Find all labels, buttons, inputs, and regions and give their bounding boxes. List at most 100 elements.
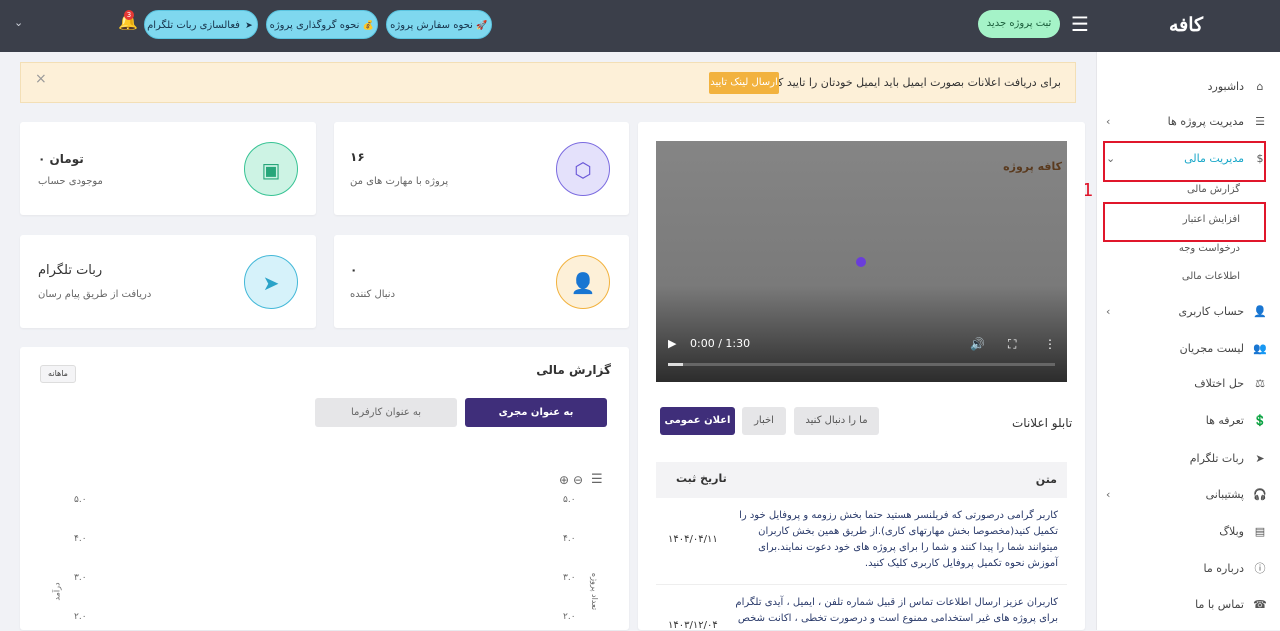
telegram-bot-card[interactable]: ➤ ربات تلگرام دریافت از طریق پیام رسان	[20, 235, 316, 328]
video-watermark-logo: کافه پروژه	[1003, 160, 1062, 173]
followers-card: 👤 ۰ دنبال کننده	[334, 235, 629, 328]
sidebar-item-telegram-bot[interactable]: ➤ ربات تلگرام	[1098, 448, 1268, 470]
sidebar-item-contact[interactable]: ☎ تماس با ما	[1098, 594, 1268, 616]
period-select[interactable]: ماهانه	[40, 365, 76, 383]
close-icon[interactable]: ×	[35, 71, 47, 87]
play-icon[interactable]: ▶	[668, 337, 676, 350]
sidebar-item-dispute[interactable]: ⚖ حل اختلاف	[1098, 373, 1268, 395]
user-icon: 👤	[1253, 305, 1267, 318]
y-tick-left: ۴.۰	[74, 534, 87, 544]
telegram-label: دریافت از طریق پیام رسان	[38, 289, 152, 300]
row-divider	[656, 584, 1067, 585]
y-tick-right: ۳.۰	[563, 573, 576, 583]
top-navbar: کافه پروژه ☰ ثبت پروژه جدید نحوه سفارش پ…	[0, 0, 1280, 70]
rocket-icon: 🚀	[476, 21, 488, 31]
sidebar-item-label: تماس با ما	[1195, 598, 1244, 611]
zoom-out-icon[interactable]: ⊖	[573, 473, 583, 487]
chart-menu-icon[interactable]: ☰	[591, 472, 603, 487]
y-tick-left: ۲.۰	[74, 612, 87, 622]
telegram-icon: ➤	[244, 255, 298, 309]
scale-icon: ⚖	[1255, 377, 1265, 390]
sidebar-item-projects[interactable]: ☰ مدیریت پروژه ها ›	[1098, 111, 1268, 133]
telegram-title: ربات تلگرام	[38, 263, 103, 278]
send-verification-link-button[interactable]: ارسال لینک تایید	[709, 72, 779, 94]
y-tick-right: ۲.۰	[563, 612, 576, 622]
chevron-down-icon[interactable]: ⌄	[14, 16, 23, 29]
chevron-left-icon: ›	[1106, 115, 1111, 128]
blog-icon: ▤	[1254, 525, 1266, 538]
sidebar-item-label: تعرفه ها	[1205, 414, 1244, 427]
video-progress-bar[interactable]	[668, 363, 1055, 366]
sidebar-item-freelancers[interactable]: 👥 لیست مجریان	[1098, 338, 1268, 360]
table-row-text[interactable]: کاربران عزیز ارسال اطلاعات تماس از قبیل …	[728, 595, 1058, 630]
column-header-text: متن	[1035, 473, 1057, 486]
y-tick-left: ۵.۰	[74, 495, 87, 505]
video-time: 0:00 / 1:30	[690, 337, 751, 350]
as-contractor-tab[interactable]: به عنوان مجری	[465, 398, 607, 427]
volume-icon[interactable]: 🔊	[970, 337, 985, 351]
column-header-date: تاریخ ثبت	[676, 472, 727, 485]
sidebar-item-dashboard[interactable]: ⌂ داشبورد	[1098, 76, 1268, 98]
table-row-text[interactable]: کاربر گرامی درصورتی که فریلنسر هستید حتم…	[728, 508, 1058, 572]
sidebar-item-account[interactable]: 👤 حساب کاربری ›	[1098, 301, 1268, 323]
menu-toggle-icon[interactable]: ☰	[1070, 14, 1090, 34]
sidebar-item-blog[interactable]: ▤ وبلاگ	[1098, 521, 1268, 543]
money-icon: ▣	[244, 142, 298, 196]
balance-label: موجودی حساب	[38, 176, 103, 187]
sidebar-item-label: حساب کاربری	[1178, 305, 1244, 318]
sidebar-subitem-withdraw-request[interactable]: درخواست وجه	[1120, 240, 1240, 258]
public-announcements-tab[interactable]: اعلان عمومی	[660, 407, 735, 435]
more-options-icon[interactable]: ⋮	[1044, 337, 1056, 351]
y-axis-right-label: تعداد پروژه	[590, 572, 600, 611]
email-verification-alert: برای دریافت اعلانات بصورت ایمیل باید ایم…	[20, 62, 1076, 103]
telegram-icon: ➤	[245, 21, 253, 31]
alert-text: برای دریافت اعلانات بصورت ایمیل باید ایم…	[762, 76, 1061, 89]
y-tick-right: ۴.۰	[563, 534, 576, 544]
chevron-left-icon: ›	[1106, 305, 1111, 318]
new-project-button[interactable]: ثبت پروژه جدید	[978, 10, 1060, 38]
sidebar-item-label: داشبورد	[1207, 80, 1244, 93]
finance-title: گزارش مالی	[536, 363, 611, 377]
highlight-box-finance	[1103, 141, 1266, 182]
balance-card: ▣ ۰ تومان موجودی حساب	[20, 122, 316, 215]
y-tick-right: ۵.۰	[563, 495, 576, 505]
sidebar-item-tariffs[interactable]: 💲 تعرفه ها	[1098, 410, 1268, 432]
sidebar-item-about[interactable]: ⓘ درباره ما	[1098, 558, 1268, 580]
board-title: تابلو اعلانات	[1012, 416, 1073, 430]
box-icon: ⬡	[556, 142, 610, 196]
sidebar-item-label: درباره ما	[1203, 562, 1244, 575]
projects-value: ۱۶	[350, 150, 365, 164]
how-to-escrow-button[interactable]: نحوه گروگذاری پروژه 💰	[266, 10, 378, 39]
zoom-in-icon[interactable]: ⊕	[559, 473, 569, 487]
fullscreen-icon[interactable]: ⛶	[1008, 337, 1016, 352]
table-header: متن تاریخ ثبت	[656, 462, 1067, 498]
how-to-order-button[interactable]: نحوه سفارش پروژه 🚀	[386, 10, 492, 39]
video-progress-fill	[668, 363, 684, 366]
y-tick-left: ۳.۰	[74, 573, 87, 583]
chevron-left-icon: ›	[1106, 488, 1111, 501]
sidebar-subitem-financial-info[interactable]: اطلاعات مالی	[1120, 268, 1240, 286]
activate-telegram-bot-button[interactable]: فعالسازی ربات تلگرام ➤	[144, 10, 258, 39]
projects-label: پروژه با مهارت های من	[350, 176, 449, 187]
video-player[interactable]: کافه پروژه ▶ 0:00 / 1:30 🔊 ⛶ ⋮	[656, 141, 1067, 382]
money-bag-icon: 💰	[362, 21, 374, 31]
sidebar-subitem-financial-report[interactable]: گزارش مالی	[1120, 181, 1240, 199]
y-axis-left-label: درآمد	[52, 582, 62, 601]
home-icon: ⌂	[1256, 80, 1264, 93]
phone-icon: ☎	[1253, 598, 1267, 611]
site-logo[interactable]: کافه پروژه	[1150, 8, 1222, 70]
pill-label: نحوه سفارش پروژه	[390, 20, 473, 31]
as-employer-tab[interactable]: به عنوان کارفرما	[315, 398, 457, 427]
pill-label: نحوه گروگذاری پروژه	[269, 20, 360, 31]
followers-label: دنبال کننده	[350, 289, 396, 300]
send-icon: ➤	[1255, 452, 1265, 465]
sidebar-item-label: حل اختلاف	[1194, 377, 1244, 390]
video-cursor-dot	[856, 257, 866, 267]
pill-label: فعالسازی ربات تلگرام	[147, 20, 240, 31]
sidebar-item-label: لیست مجریان	[1179, 342, 1244, 355]
sidebar-item-label: وبلاگ	[1219, 525, 1244, 538]
follow-us-tab[interactable]: ما را دنبال کنید	[794, 407, 879, 435]
followers-value: ۰	[350, 263, 358, 277]
sidebar-item-support[interactable]: 🎧 پشتیبانی ›	[1098, 484, 1268, 506]
news-tab[interactable]: اخبار	[742, 407, 786, 435]
